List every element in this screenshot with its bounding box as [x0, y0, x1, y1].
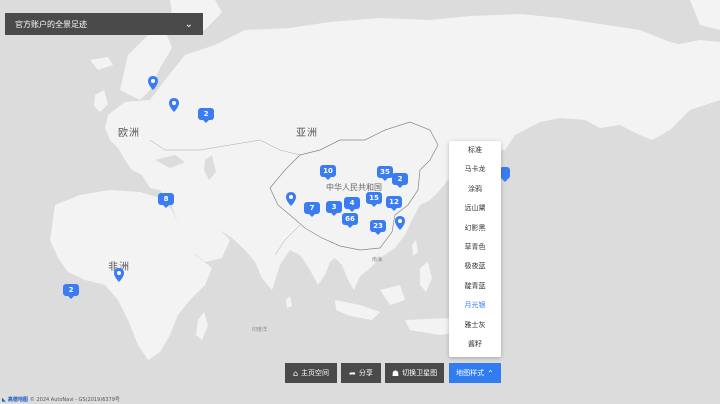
location-pin-icon[interactable] [286, 192, 296, 206]
cluster-henan[interactable]: 15 [366, 192, 382, 207]
satellite-toggle-button[interactable]: ☗ 切换卫星图 [385, 363, 444, 383]
cluster-middle-east[interactable]: 8 [158, 193, 174, 208]
label-indian-ocean: 印度洋 [252, 327, 268, 333]
home-space-label: 主页空间 [301, 369, 330, 377]
footprint-title: 官方账户的全景足迹 [15, 19, 87, 29]
location-pin-icon[interactable] [395, 216, 405, 230]
style-option[interactable]: 幻影黑 [449, 219, 501, 238]
share-button[interactable]: ➦ 分享 [341, 363, 381, 383]
footprint-dropdown[interactable]: 官方账户的全景足迹 ⌄ [5, 13, 203, 35]
satellite-label: 切换卫星图 [402, 369, 438, 377]
cluster-sichuan[interactable]: 4 [344, 197, 360, 212]
world-map[interactable] [0, 0, 720, 404]
cluster-japan-partial[interactable] [500, 167, 510, 182]
label-europe: 欧洲 [118, 128, 140, 139]
map-style-button[interactable]: 地图样式 ⌃ [449, 363, 501, 383]
map-style-label: 地图样式 [456, 369, 485, 377]
cluster-russia[interactable]: 2 [198, 108, 214, 123]
style-option[interactable]: 草青色 [449, 238, 501, 257]
style-option[interactable]: 极夜蓝 [449, 257, 501, 276]
cluster-tibet[interactable]: 7 [304, 202, 320, 217]
cluster-north-china[interactable]: 35 [377, 166, 393, 181]
location-pin-icon[interactable] [114, 268, 124, 282]
style-option[interactable]: 酱籽 [449, 335, 501, 354]
cluster-west-africa[interactable]: 2 [63, 284, 79, 299]
cluster-chongqing[interactable]: 66 [342, 213, 358, 228]
chevron-up-icon: ⌃ [487, 368, 494, 378]
brand-name: 高德地图 [7, 397, 28, 403]
home-space-button[interactable]: ⌂ 主页空间 [285, 363, 337, 383]
cluster-south-china[interactable]: 23 [370, 220, 386, 235]
cluster-qinghai[interactable]: 3 [326, 201, 342, 216]
location-pin-icon[interactable] [169, 98, 179, 112]
style-option[interactable]: 远山黛 [449, 199, 501, 218]
map-style-menu: 标准 马卡龙 涂鸦 远山黛 幻影黑 草青色 极夜蓝 靛青蓝 月光银 雅士灰 酱籽 [449, 141, 501, 357]
copyright-text: © 2024 AutoNavi - GS(2019)6379号 [29, 397, 120, 403]
cluster-northeast[interactable]: 2 [392, 173, 408, 188]
share-label: 分享 [358, 369, 373, 377]
label-south-sea: 南海 [372, 257, 383, 263]
home-icon: ⌂ [292, 368, 299, 378]
satellite-icon: ☗ [391, 368, 400, 378]
style-option[interactable]: 涂鸦 [449, 180, 501, 199]
style-option[interactable]: 雅士灰 [449, 316, 501, 335]
cluster-jiangsu[interactable]: 12 [386, 196, 402, 211]
style-option[interactable]: 标准 [449, 141, 501, 160]
chevron-down-icon: ⌄ [184, 18, 193, 30]
label-asia: 亚洲 [296, 128, 318, 139]
cluster-xinjiang[interactable]: 10 [320, 165, 336, 180]
style-option-selected[interactable]: 月光银 [449, 296, 501, 315]
location-pin-icon[interactable] [148, 76, 158, 90]
style-option[interactable]: 靛青蓝 [449, 277, 501, 296]
map-attribution: ◣ 高德地图 © 2024 AutoNavi - GS(2019)6379号 [2, 396, 120, 404]
amap-logo-icon: ◣ [2, 396, 6, 403]
share-icon: ➦ [349, 368, 356, 378]
style-option[interactable]: 马卡龙 [449, 160, 501, 179]
